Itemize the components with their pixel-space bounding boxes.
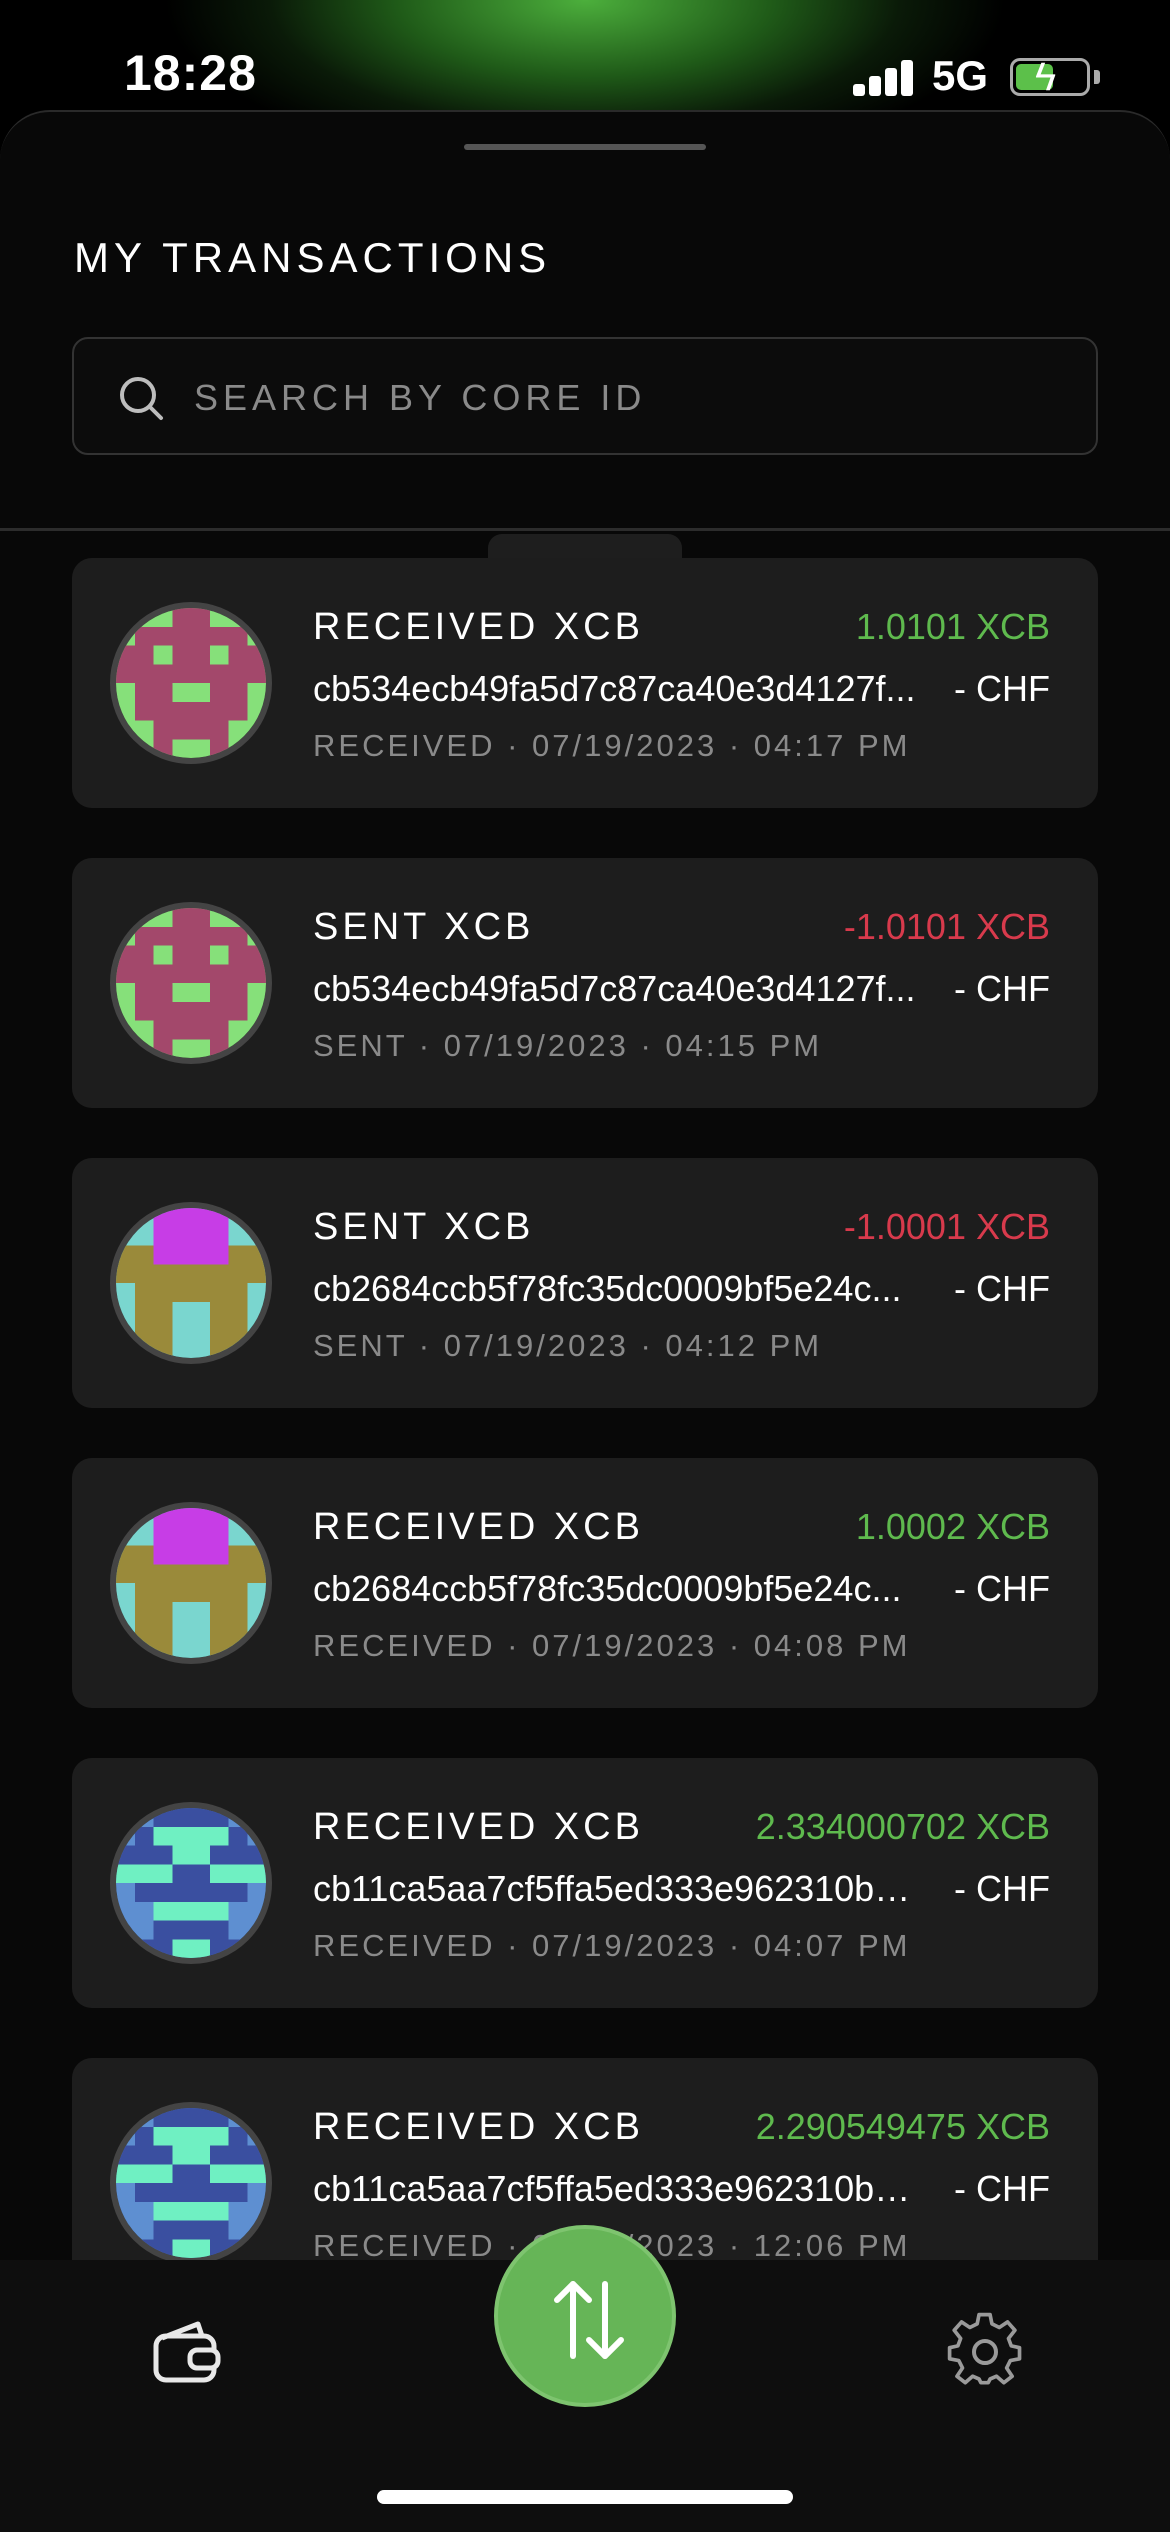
transaction-fiat: - CHF xyxy=(954,1268,1050,1309)
core-id-avatar xyxy=(110,1802,272,1964)
meta-separator: · xyxy=(495,728,533,763)
transaction-amount: 1.0101 XCB xyxy=(855,606,1050,647)
core-id-avatar xyxy=(110,2102,272,2264)
transaction-amount: -1.0001 XCB xyxy=(843,1206,1050,1247)
transaction-fiat: - CHF xyxy=(954,1868,1050,1909)
core-id-avatar xyxy=(110,1502,272,1664)
transaction-meta: RECEIVED · 07/19/2023 · 04:07 PM xyxy=(313,1928,910,1964)
transaction-date: 07/19/2023 xyxy=(443,1328,629,1363)
core-id-avatar xyxy=(110,1202,272,1364)
core-id-avatar xyxy=(110,602,272,764)
meta-separator: · xyxy=(628,1328,666,1363)
transaction-type: SENT XCB xyxy=(313,906,535,948)
meta-separator: · xyxy=(717,1928,754,1963)
transaction-core-id: cb2684ccb5f78fc35dc0009bf5e24c... xyxy=(313,1268,902,1309)
transaction-status: RECEIVED xyxy=(313,1928,496,1963)
transaction-date: 07/19/2023 xyxy=(532,728,718,763)
transaction-status: RECEIVED xyxy=(313,1628,496,1663)
transaction-amount: 1.0002 XCB xyxy=(855,1506,1050,1547)
battery-tip xyxy=(1094,70,1100,84)
meta-separator: · xyxy=(407,1028,444,1063)
battery-charging-icon: ϟ xyxy=(1010,55,1090,99)
signal-icon xyxy=(853,60,915,96)
transaction-core-id: cb11ca5aa7cf5ffa5ed333e962310b39... xyxy=(313,1868,923,1909)
search-box[interactable] xyxy=(72,337,1098,455)
transaction-core-id: cb11ca5aa7cf5ffa5ed333e962310b39... xyxy=(313,2168,923,2209)
transaction-time: 04:15 PM xyxy=(665,1028,823,1063)
search-input[interactable] xyxy=(194,369,1074,427)
transaction-amount: -1.0101 XCB xyxy=(843,906,1050,947)
meta-separator: · xyxy=(717,728,754,763)
meta-separator: · xyxy=(495,1928,533,1963)
transaction-time: 04:08 PM xyxy=(753,1628,911,1663)
transaction-type: RECEIVED XCB xyxy=(313,606,644,648)
transaction-fiat: - CHF xyxy=(954,1568,1050,1609)
page-title: MY TRANSACTIONS xyxy=(74,234,552,281)
transaction-card[interactable]: SENT XCB -1.0101 XCB cb534ecb49fa5d7c87ca4… xyxy=(72,858,1098,1108)
meta-separator: · xyxy=(717,1628,754,1663)
transaction-fiat: - CHF xyxy=(954,968,1050,1009)
transaction-core-id: cb534ecb49fa5d7c87ca40e3d4127f... xyxy=(313,668,916,709)
transaction-fiat: - CHF xyxy=(954,2168,1050,2209)
transaction-date: 07/19/2023 xyxy=(532,1628,718,1663)
home-indicator xyxy=(377,2490,793,2504)
transaction-card[interactable]: RECEIVED XCB 1.0002 XCB cb2684ccb5f78fc35d… xyxy=(72,1458,1098,1708)
meta-separator: · xyxy=(407,1328,444,1363)
transaction-type: RECEIVED XCB xyxy=(313,1506,644,1548)
wallet-icon[interactable] xyxy=(150,2316,224,2390)
transaction-core-id: cb2684ccb5f78fc35dc0009bf5e24c... xyxy=(313,1568,902,1609)
transaction-amount: 2.290549475 XCB xyxy=(755,2106,1050,2147)
transaction-meta: RECEIVED · 07/19/2023 · 04:08 PM xyxy=(313,1628,910,1664)
meta-separator: · xyxy=(717,2228,754,2263)
transaction-date: 07/19/2023 xyxy=(532,1928,718,1963)
network-label: 5G xyxy=(932,52,989,99)
transaction-meta: SENT · 07/19/2023 · 04:15 PM xyxy=(313,1028,822,1064)
transaction-meta: SENT · 07/19/2023 · 04:12 PM xyxy=(313,1328,822,1364)
transaction-core-id: cb534ecb49fa5d7c87ca40e3d4127f... xyxy=(313,968,916,1009)
transaction-meta: RECEIVED · 07/19/2023 · 04:17 PM xyxy=(313,728,910,764)
transaction-status: SENT xyxy=(313,1328,408,1363)
core-id-avatar xyxy=(110,902,272,1064)
transaction-type: RECEIVED XCB xyxy=(313,2106,644,2148)
transaction-card[interactable]: SENT XCB -1.0001 XCB cb2684ccb5f78fc35dc00… xyxy=(72,1158,1098,1408)
divider xyxy=(0,528,1170,531)
transaction-type: RECEIVED XCB xyxy=(313,1806,644,1848)
transfer-arrows-icon xyxy=(554,2281,624,2359)
status-time: 18:28 xyxy=(124,45,257,101)
transaction-amount: 2.334000702 XCB xyxy=(755,1806,1050,1847)
transaction-card[interactable]: RECEIVED XCB 1.0101 XCB cb534ecb49fa5d7c87… xyxy=(72,558,1098,808)
transaction-card[interactable]: RECEIVED XCB 2.334000702 XCB cb11ca5aa7cf5… xyxy=(72,1758,1098,2008)
transaction-status: RECEIVED xyxy=(313,2228,496,2263)
transfer-button[interactable] xyxy=(494,2225,676,2407)
meta-separator: · xyxy=(628,1028,666,1063)
transaction-time: 12:06 PM xyxy=(753,2228,911,2263)
transaction-fiat: - CHF xyxy=(954,668,1050,709)
sheet-grabber[interactable] xyxy=(464,144,706,150)
transaction-time: 04:12 PM xyxy=(665,1328,823,1363)
status-bar: 18:28 5G ϟ xyxy=(0,0,1170,110)
bolt-icon: ϟ xyxy=(1035,55,1057,99)
transaction-time: 04:17 PM xyxy=(753,728,911,763)
transaction-time: 04:07 PM xyxy=(753,1928,911,1963)
transaction-status: SENT xyxy=(313,1028,408,1063)
transaction-date: 07/19/2023 xyxy=(443,1028,629,1063)
search-icon xyxy=(120,377,163,420)
transaction-type: SENT XCB xyxy=(313,1206,535,1248)
gear-icon[interactable] xyxy=(945,2310,1025,2390)
screen: 18:28 5G ϟ MY TRANSACTIONS - CHF RECEIVE… xyxy=(0,0,1170,2532)
transaction-status: RECEIVED xyxy=(313,728,496,763)
meta-separator: · xyxy=(495,1628,533,1663)
